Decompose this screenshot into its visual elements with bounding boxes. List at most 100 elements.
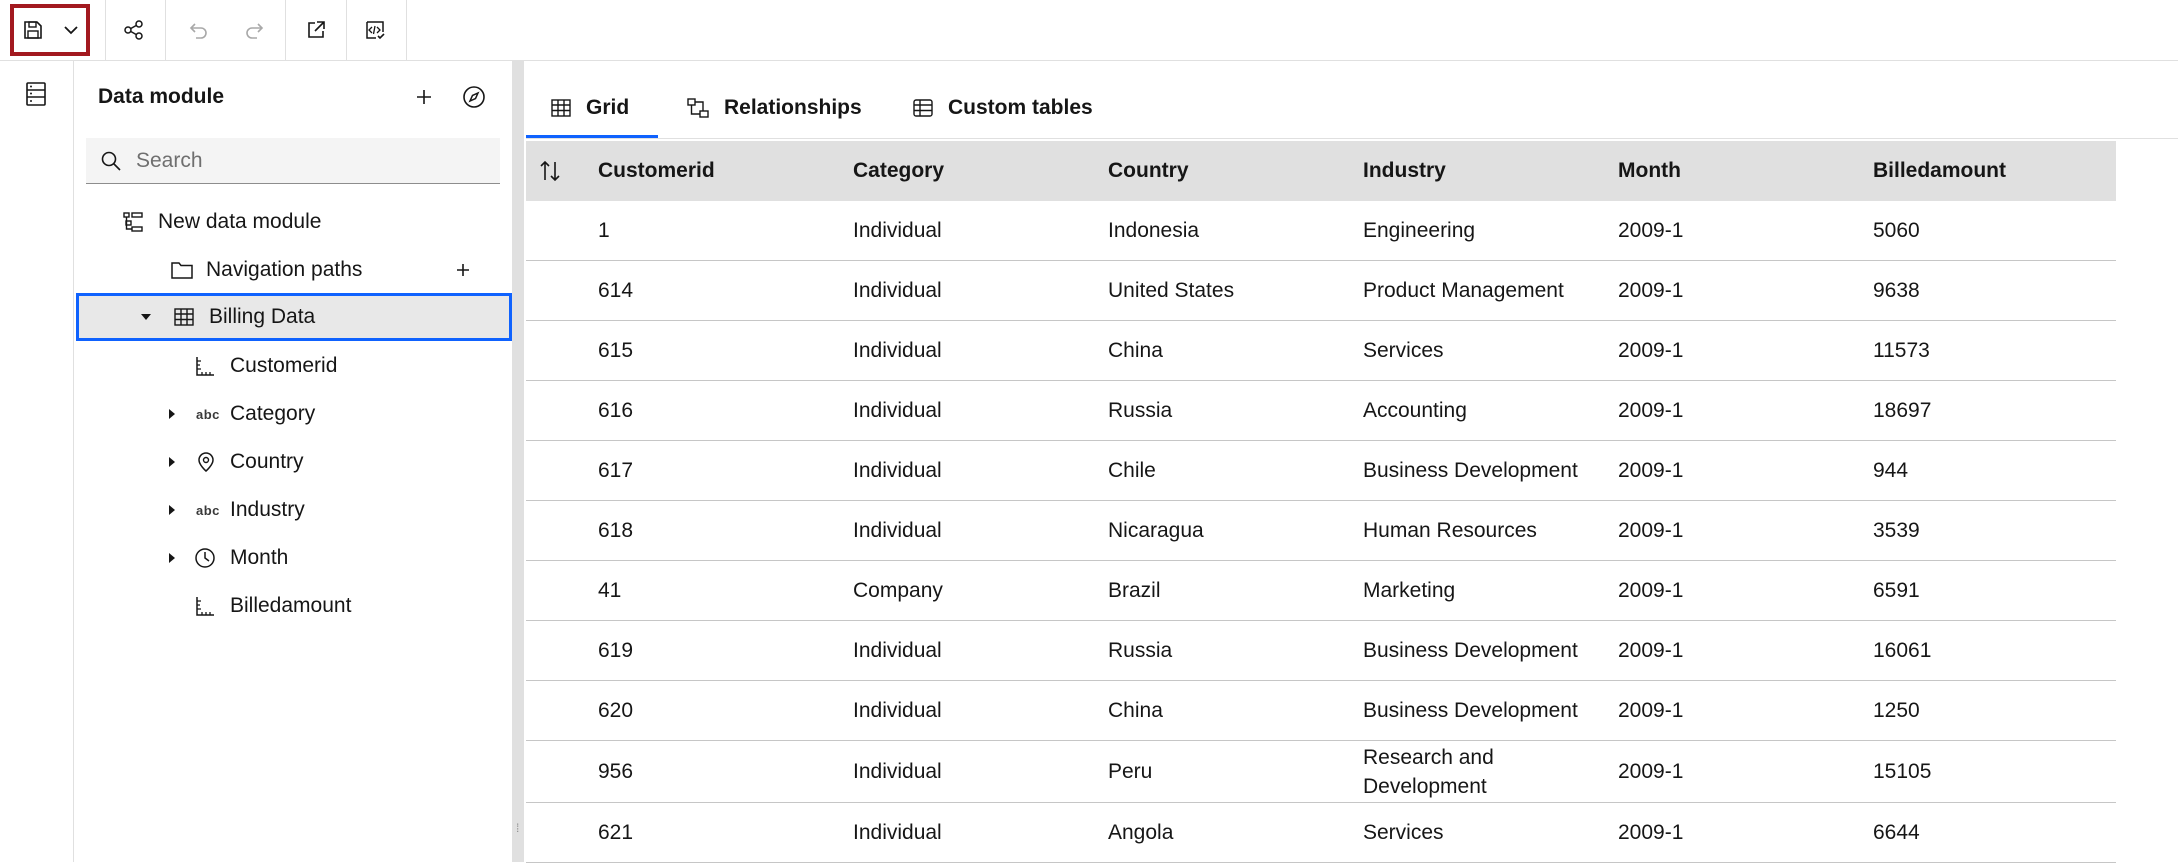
cell: 16061	[1873, 639, 1932, 662]
cell: 615	[598, 339, 634, 362]
tab-relationships[interactable]: Relationships	[686, 81, 862, 135]
cell: Individual	[853, 519, 942, 542]
save-button-group[interactable]	[10, 4, 90, 56]
cell: Individual	[853, 339, 942, 362]
tab-label: Grid	[586, 96, 630, 119]
compass-icon	[462, 85, 486, 109]
table-row: 621 Individual Angola Services 2009-1 66…	[526, 803, 2116, 863]
launch-button[interactable]	[288, 0, 344, 60]
caret-down-icon[interactable]	[139, 310, 153, 324]
main-content: Grid Relationships Custom tables Custome…	[524, 61, 2178, 863]
cell: 41	[598, 579, 622, 602]
cell: 619	[598, 639, 634, 662]
undo-icon	[187, 19, 209, 41]
toolbar-divider	[165, 0, 166, 60]
toolbar-divider	[406, 0, 407, 60]
tree-item-billing-data[interactable]: Billing Data	[76, 293, 512, 341]
data-source-icon	[24, 81, 48, 107]
tree-item-new-data-module[interactable]: New data module	[74, 198, 512, 246]
left-rail	[0, 61, 74, 862]
cell: Accounting	[1363, 399, 1467, 422]
tree-item-label: Navigation paths	[206, 258, 363, 281]
save-menu-button[interactable]	[52, 4, 90, 56]
cell: 2009-1	[1618, 519, 1684, 542]
search-box	[86, 138, 500, 184]
drag-handle-icon: ⁞	[516, 821, 520, 835]
relationship-icon	[686, 97, 710, 119]
tree-item-country[interactable]: Country	[74, 438, 512, 486]
data-source-button[interactable]	[24, 81, 48, 107]
cell: 2009-1	[1618, 339, 1684, 362]
panel-title: Data module	[98, 85, 225, 108]
cell: Business Development	[1363, 459, 1578, 482]
cell: Individual	[853, 639, 942, 662]
cell: Peru	[1108, 760, 1153, 783]
cell: 620	[598, 699, 634, 722]
column-header-industry[interactable]: Industry	[1363, 141, 1446, 201]
save-button[interactable]	[14, 4, 52, 56]
code-validate-icon	[363, 19, 387, 41]
caret-right-icon[interactable]	[166, 407, 178, 421]
caret-right-icon[interactable]	[166, 551, 178, 565]
column-header-category[interactable]: Category	[853, 141, 944, 201]
caret-right-icon[interactable]	[166, 455, 178, 469]
cell: Individual	[853, 699, 942, 722]
share-icon	[123, 19, 145, 41]
add-source-button[interactable]	[414, 87, 434, 107]
column-header-month[interactable]: Month	[1618, 141, 1681, 201]
cell: 618	[598, 519, 634, 542]
table-row: 956 Individual Peru Research and Develop…	[526, 741, 2116, 803]
cell: Indonesia	[1108, 219, 1200, 242]
tree-item-navigation-paths[interactable]: Navigation paths	[74, 246, 512, 294]
cell: 2009-1	[1618, 760, 1684, 783]
sort-button[interactable]	[538, 159, 562, 183]
cell: 1	[598, 219, 610, 242]
explore-button[interactable]	[462, 85, 486, 109]
table-row: 616 Individual Russia Accounting 2009-1 …	[526, 381, 2116, 441]
cell: Marketing	[1363, 579, 1456, 602]
cell: Russia	[1108, 639, 1173, 662]
redo-button[interactable]	[227, 0, 283, 60]
share-button[interactable]	[106, 0, 162, 60]
panel-splitter[interactable]: ⁞	[512, 61, 524, 862]
tree-item-month[interactable]: Month	[74, 534, 512, 582]
undo-button[interactable]	[170, 0, 226, 60]
cell: Brazil	[1108, 579, 1161, 602]
chevron-down-icon	[61, 20, 81, 40]
cell: 621	[598, 821, 634, 844]
tree-item-category[interactable]: abc Category	[74, 390, 512, 438]
custom-table-icon	[912, 97, 934, 119]
cell: Business Development	[1363, 639, 1578, 662]
cell: 11573	[1873, 339, 1930, 362]
column-header-customerid[interactable]: Customerid	[598, 141, 715, 201]
tree-item-label: Billedamount	[230, 594, 352, 617]
tab-grid[interactable]: Grid	[526, 81, 658, 138]
search-input[interactable]	[134, 138, 488, 184]
column-header-billedamount[interactable]: Billedamount	[1873, 141, 2006, 201]
cell: Angola	[1108, 821, 1174, 844]
cell: 6591	[1873, 579, 1920, 602]
table-row: 1 Individual Indonesia Engineering 2009-…	[526, 201, 2116, 261]
tree-item-label: Category	[230, 402, 316, 425]
cell: China	[1108, 339, 1163, 362]
location-icon	[196, 451, 216, 473]
time-icon	[194, 547, 216, 569]
measure-icon	[194, 595, 216, 617]
cell: 2009-1	[1618, 219, 1684, 242]
folder-icon	[170, 260, 194, 280]
table-row: 619 Individual Russia Business Developme…	[526, 621, 2116, 681]
data-module-icon	[122, 211, 144, 233]
table-row: 618 Individual Nicaragua Human Resources…	[526, 501, 2116, 561]
caret-right-icon[interactable]	[166, 503, 178, 517]
tree-item-billedamount[interactable]: Billedamount	[74, 582, 512, 630]
tree-item-customerid[interactable]: Customerid	[74, 342, 512, 390]
validate-button[interactable]	[347, 0, 403, 60]
tree-item-industry[interactable]: abc Industry	[74, 486, 512, 534]
tab-custom-tables[interactable]: Custom tables	[912, 81, 1093, 135]
view-tabs: Grid Relationships Custom tables	[526, 81, 2178, 139]
add-navigation-path-button[interactable]	[454, 261, 472, 279]
cell: Research and Development	[1363, 745, 1494, 798]
tree-item-label: Industry	[230, 498, 305, 521]
tree-item-label: Billing Data	[209, 305, 316, 328]
column-header-country[interactable]: Country	[1108, 141, 1189, 201]
